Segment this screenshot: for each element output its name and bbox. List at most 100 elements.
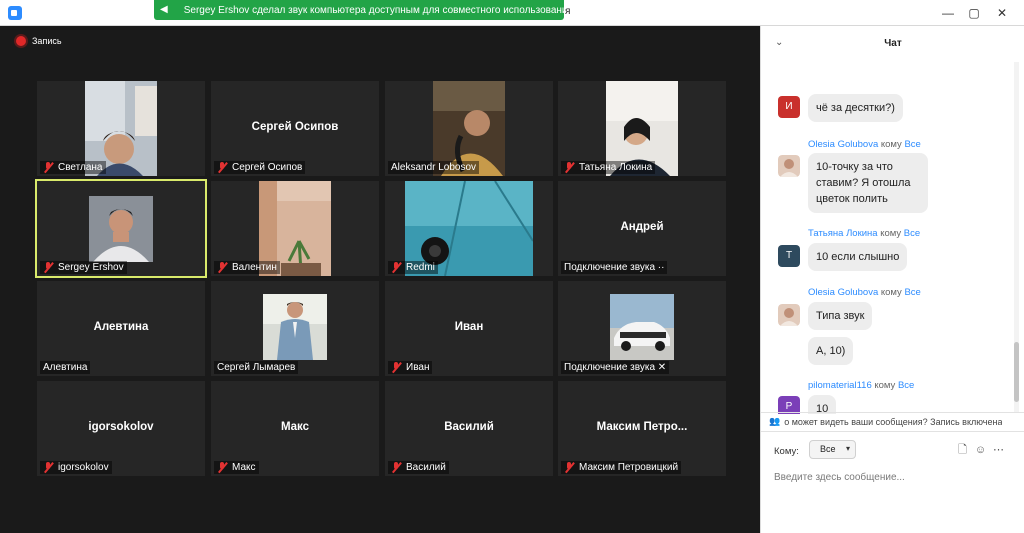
message-sender[interactable]: pilomaterial116 — [808, 380, 872, 391]
record-icon — [16, 36, 26, 46]
message-meta: Olesia Golubova кому Все — [808, 287, 921, 298]
participant-name: Sergey Ershov — [58, 262, 124, 273]
video-tile[interactable]: Андрей Подключение звука ·· — [558, 181, 726, 276]
chat-messages[interactable]: И чё за десятки?) Olesia Golubova кому В… — [761, 62, 1017, 414]
participant-name: Василий — [406, 462, 446, 473]
message-recipient[interactable]: Все — [904, 139, 920, 150]
participant-name: Сергей Осипов — [232, 162, 303, 173]
participant-label: Aleksandr Lobosov — [388, 161, 480, 174]
participant-label: Татьяна Локина — [561, 161, 656, 174]
zoom-logo-icon — [8, 6, 22, 20]
message-sender[interactable]: Olesia Golubova — [808, 287, 878, 298]
participant-name: Максим Петровицкий — [579, 462, 679, 473]
window-title-fragment: я — [565, 6, 571, 17]
message-bubble: чё за десятки?) — [808, 94, 903, 122]
message-meta: Olesia Golubova кому Все — [808, 139, 921, 150]
participant-label: Валентин — [214, 261, 280, 274]
message-input[interactable] — [774, 468, 1012, 486]
chat-scrollbar-thumb[interactable] — [1014, 342, 1019, 402]
privacy-text: о может видеть ваши сообщения? Запись вк… — [784, 416, 1003, 427]
message-sender[interactable]: Татьяна Локина — [808, 228, 878, 239]
video-tile[interactable]: Алевтина Алевтина — [37, 281, 205, 376]
participant-label: igorsokolov — [40, 461, 112, 474]
video-tile[interactable]: Иван Иван — [385, 281, 553, 376]
participant-label: Сергей Осипов — [214, 161, 306, 174]
privacy-notice[interactable]: 👥 о может видеть ваши сообщения? Запись … — [761, 412, 1024, 430]
message-to-word: кому — [880, 287, 902, 298]
video-tile[interactable]: Василий Василий — [385, 381, 553, 476]
close-button[interactable]: ✕ — [992, 4, 1012, 22]
message-recipient[interactable]: Все — [898, 380, 914, 391]
participant-display-name: Андрей — [620, 221, 664, 233]
participant-name: Сергей Лымарев — [217, 362, 296, 373]
video-tile[interactable]: Aleksandr Lobosov — [385, 81, 553, 176]
participant-label: Подключение звука ·· — [561, 261, 668, 274]
people-icon: 👥 — [769, 416, 781, 426]
participant-name: Redmi — [406, 262, 435, 273]
participant-photo — [610, 294, 674, 360]
video-tile[interactable]: Валентин — [211, 181, 379, 276]
participant-display-name: igorsokolov — [88, 421, 154, 433]
participant-label: Сергей Лымарев — [214, 361, 299, 374]
message-bubble: 10 если слышно — [808, 243, 908, 271]
recipient-select[interactable]: Все ▾ — [809, 440, 856, 459]
message-recipient[interactable]: Все — [904, 287, 920, 298]
maximize-button[interactable]: ▢ — [964, 4, 984, 22]
message-bubble: А, 10) — [808, 337, 854, 365]
message-recipient[interactable]: Все — [904, 228, 920, 239]
message-to-word: кому — [874, 380, 896, 391]
mic-muted-icon — [564, 462, 575, 473]
mic-muted-icon — [217, 162, 228, 173]
chat-panel: ⌄ Чат И чё за десятки?) Olesia Golubova … — [760, 26, 1024, 533]
mic-muted-icon — [43, 462, 54, 473]
video-tile[interactable]: Светлана — [37, 81, 205, 176]
chat-title: Чат — [884, 38, 902, 49]
avatar: Т — [778, 245, 800, 267]
mic-muted-icon — [391, 462, 402, 473]
participant-display-name: Макс — [280, 421, 310, 433]
more-icon[interactable]: ⋯ — [992, 444, 1005, 457]
notification-banner: ◀ Sergey Ershov сделал звук компьютера д… — [154, 0, 564, 20]
video-tile-active-speaker[interactable]: Sergey Ershov — [35, 179, 207, 278]
notification-text: Sergey Ershov сделал звук компьютера дос… — [183, 4, 564, 16]
avatar — [778, 155, 800, 177]
chat-compose: Кому: Все ▾ 🗋 ☺ ⋯ — [761, 431, 1024, 533]
participant-name: Подключение звука ✕ — [564, 362, 667, 373]
mic-muted-icon — [43, 162, 54, 173]
participant-label: Иван — [388, 361, 433, 374]
video-tile[interactable]: Redmi — [385, 181, 553, 276]
participant-label: Sergey Ershov — [40, 261, 127, 274]
message-to-word: кому — [880, 139, 902, 150]
video-tile[interactable]: Максим Петро... Максим Петровицкий — [558, 381, 726, 476]
title-bar: ◀ Sergey Ershov сделал звук компьютера д… — [0, 0, 1024, 26]
meeting-area: Запись Светлана Сергей Осипов Сергей Оси… — [0, 26, 760, 533]
participant-name: Алевтина — [43, 362, 88, 373]
video-tile[interactable]: Сергей Лымарев — [211, 281, 379, 376]
participant-display-name: Алевтина — [93, 321, 149, 333]
mic-muted-icon — [217, 262, 228, 273]
mic-muted-icon — [391, 362, 402, 373]
participant-display-name: Василий — [444, 421, 494, 433]
message-sender[interactable]: Olesia Golubova — [808, 139, 878, 150]
video-tile[interactable]: Татьяна Локина — [558, 81, 726, 176]
video-tile[interactable]: Макс Макс — [211, 381, 379, 476]
chat-header: ⌄ Чат — [761, 26, 1024, 62]
video-tile[interactable]: Сергей Осипов Сергей Осипов — [211, 81, 379, 176]
speaker-icon: ◀ — [160, 4, 168, 15]
emoji-icon[interactable]: ☺ — [974, 444, 987, 457]
file-icon[interactable]: 🗋 — [956, 444, 969, 457]
chevron-down-icon: ▾ — [845, 444, 850, 453]
recipient-label: Кому: — [774, 446, 799, 457]
message-meta: Татьяна Локина кому Все — [808, 228, 920, 239]
participant-video — [89, 196, 153, 262]
minimize-button[interactable]: — — [938, 4, 958, 22]
message-bubble: Типа звук — [808, 302, 873, 330]
participant-label: Светлана — [40, 161, 106, 174]
chat-scrollbar[interactable] — [1014, 62, 1019, 412]
recipient-value: Все — [820, 444, 836, 454]
mic-muted-icon — [564, 162, 575, 173]
video-tile[interactable]: igorsokolov igorsokolov — [37, 381, 205, 476]
video-tile[interactable]: Подключение звука ✕ — [558, 281, 726, 376]
participant-name: Светлана — [58, 162, 103, 173]
participant-label: Максим Петровицкий — [561, 461, 682, 474]
